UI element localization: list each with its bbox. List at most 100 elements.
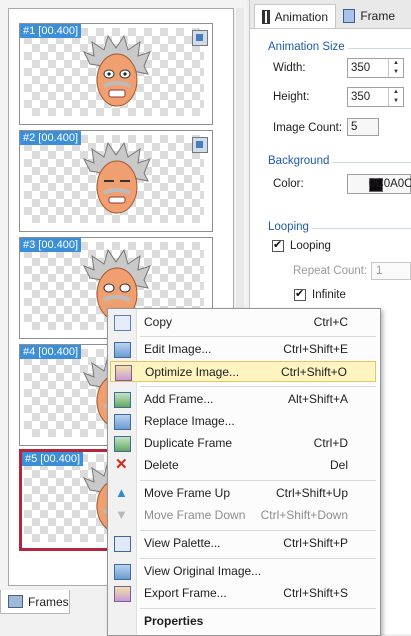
frame-context-menu: Copy Ctrl+C Edit Image... Ctrl+Shift+E O… xyxy=(107,308,381,636)
frame-label: #2 [00.400] xyxy=(20,131,82,145)
looping-heading: Looping xyxy=(268,221,309,233)
image-count-label: Image Count: xyxy=(273,122,343,134)
menu-item-label: Move Frame Up xyxy=(144,486,231,500)
frame-thumbnail-2[interactable]: #2 [00.400] xyxy=(19,130,213,232)
menu-item-export-frame[interactable]: Export Frame... Ctrl+Shift+S xyxy=(110,583,376,604)
menu-item-shortcut: Ctrl+D xyxy=(313,436,348,450)
palette-icon xyxy=(114,536,131,552)
menu-item-view-palette[interactable]: View Palette... Ctrl+Shift+P xyxy=(110,533,376,554)
tab-frame[interactable]: Frame xyxy=(336,4,402,28)
menu-item-label: Properties xyxy=(144,614,204,628)
menu-item-label: View Original Image... xyxy=(144,564,262,578)
menu-item-shortcut: Ctrl+Shift+Down xyxy=(260,508,348,522)
spin-down-icon[interactable]: ▼ xyxy=(389,97,403,106)
menu-separator xyxy=(140,558,376,559)
copy-icon xyxy=(114,315,131,331)
menu-item-label: Move Frame Down xyxy=(144,508,246,522)
frame-properties-icon[interactable] xyxy=(192,137,208,153)
view-original-icon xyxy=(114,564,131,580)
section-divider xyxy=(348,48,411,49)
looping-checkbox[interactable] xyxy=(272,238,284,252)
optimize-image-icon xyxy=(115,365,132,381)
menu-item-move-up[interactable]: Move Frame Up Ctrl+Shift+Up xyxy=(110,483,376,504)
frame-label: #5 [00.400] xyxy=(22,452,84,466)
menu-item-duplicate-frame[interactable]: Duplicate Frame Ctrl+D xyxy=(110,433,376,454)
section-divider xyxy=(332,162,411,163)
edit-image-icon xyxy=(114,342,131,358)
menu-item-replace-image[interactable]: Replace Image... xyxy=(110,411,376,432)
frames-icon xyxy=(8,595,23,608)
tab-frame-label: Frame xyxy=(360,9,395,23)
frame-thumbnail-1[interactable]: #1 [00.400] xyxy=(19,23,213,125)
frame-label: #3 [00.400] xyxy=(20,238,82,252)
arrow-down-icon xyxy=(114,507,129,522)
width-stepper[interactable]: 350 ▲ ▼ xyxy=(347,58,404,78)
replace-image-icon xyxy=(114,414,131,430)
properties-tabs: Animation Frame xyxy=(250,0,411,29)
menu-item-label: Duplicate Frame xyxy=(144,436,233,450)
menu-item-properties[interactable]: Properties xyxy=(110,611,376,632)
menu-item-shortcut: Del xyxy=(329,458,348,472)
image-count-value: 5 xyxy=(351,121,358,133)
infinite-label: Infinite xyxy=(312,289,346,301)
menu-item-copy[interactable]: Copy Ctrl+C xyxy=(110,312,376,333)
width-value: 350 xyxy=(351,62,371,74)
frame-preview-1 xyxy=(24,28,204,116)
menu-item-view-original[interactable]: View Original Image... xyxy=(110,561,376,582)
spin-down-icon[interactable]: ▼ xyxy=(389,68,403,77)
menu-separator xyxy=(140,480,376,481)
menu-item-label: View Palette... xyxy=(144,536,221,550)
width-label: Width: xyxy=(273,62,306,74)
frame-label: #4 [00.400] xyxy=(20,345,82,359)
menu-item-label: Edit Image... xyxy=(144,342,212,356)
menu-item-shortcut: Ctrl+Shift+O xyxy=(280,365,347,379)
menu-item-label: Delete xyxy=(144,458,179,472)
menu-item-label: Add Frame... xyxy=(144,392,214,406)
film-icon xyxy=(262,9,270,24)
tab-animation[interactable]: Animation xyxy=(254,4,336,28)
height-label: Height: xyxy=(273,91,310,103)
arrow-up-icon xyxy=(114,485,129,500)
infinite-checkbox[interactable] xyxy=(294,287,306,301)
menu-item-edit-image[interactable]: Edit Image... Ctrl+Shift+E xyxy=(110,339,376,360)
menu-item-add-frame[interactable]: Add Frame... Alt+Shift+A xyxy=(110,389,376,410)
height-stepper[interactable]: 350 ▲ ▼ xyxy=(347,87,404,107)
color-value: 0C0A0C xyxy=(369,178,411,190)
spin-up-icon[interactable]: ▲ xyxy=(389,59,403,68)
frames-tab-label: Frames xyxy=(28,594,69,609)
frames-tab[interactable]: Frames xyxy=(0,590,70,614)
image-count-field: 5 xyxy=(347,118,379,136)
frame-preview-2 xyxy=(24,135,204,223)
background-heading: Background xyxy=(268,155,330,167)
looping-label: Looping xyxy=(290,240,331,252)
menu-item-delete[interactable]: Delete Del xyxy=(110,455,376,476)
animation-size-heading: Animation Size xyxy=(268,41,345,53)
frame-icon xyxy=(343,9,356,23)
menu-separator xyxy=(140,530,376,531)
menu-item-label: Optimize Image... xyxy=(145,365,240,379)
frame-label: #1 [00.400] xyxy=(20,24,82,38)
height-value: 350 xyxy=(351,91,371,103)
background-color-picker[interactable]: 0C0A0C xyxy=(347,174,411,194)
menu-separator xyxy=(140,336,376,337)
menu-item-shortcut: Ctrl+Shift+E xyxy=(283,342,348,356)
menu-item-label: Copy xyxy=(144,315,173,329)
menu-item-move-down: Move Frame Down Ctrl+Shift+Down xyxy=(110,505,376,526)
color-label: Color: xyxy=(273,178,304,190)
frame-properties-icon[interactable] xyxy=(192,30,208,46)
menu-item-shortcut: Ctrl+Shift+S xyxy=(283,586,348,600)
spin-up-icon[interactable]: ▲ xyxy=(389,88,403,97)
repeat-count-field[interactable]: 1 xyxy=(371,262,411,280)
menu-separator xyxy=(140,608,376,609)
menu-item-shortcut: Ctrl+Shift+Up xyxy=(275,486,348,500)
menu-item-label: Export Frame... xyxy=(144,586,227,600)
menu-item-optimize-image[interactable]: Optimize Image... Ctrl+Shift+O xyxy=(110,361,376,382)
duplicate-frame-icon xyxy=(114,436,131,452)
repeat-count-value: 1 xyxy=(376,265,383,277)
menu-item-label: Replace Image... xyxy=(144,414,235,428)
einstein-face-image xyxy=(82,34,151,107)
repeat-count-label: Repeat Count: xyxy=(293,265,368,277)
menu-item-shortcut: Ctrl+Shift+P xyxy=(283,536,348,550)
delete-icon xyxy=(114,455,129,473)
menu-item-shortcut: Ctrl+C xyxy=(313,315,348,329)
